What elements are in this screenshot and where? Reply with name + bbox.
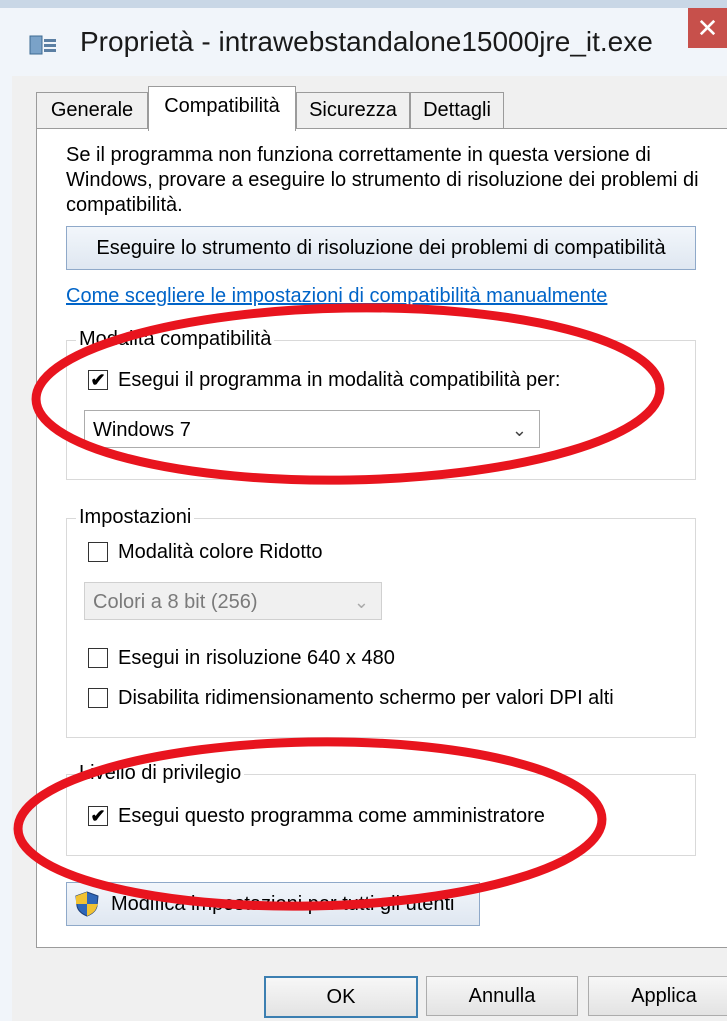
compat-mode-checkbox-label: Esegui il programma in modalità compatib… bbox=[118, 369, 561, 391]
checkbox-unchecked-icon[interactable] bbox=[88, 648, 108, 668]
checkbox-unchecked-icon[interactable] bbox=[88, 688, 108, 708]
window-frame bbox=[0, 76, 12, 1021]
reduced-color-label: Modalità colore Ridotto bbox=[118, 541, 323, 563]
window-title: Proprietà - intrawebstandalone15000jre_i… bbox=[80, 26, 653, 57]
properties-window-icon bbox=[29, 35, 56, 55]
close-button[interactable]: ✕ bbox=[688, 8, 727, 48]
background-window-strip bbox=[0, 0, 727, 8]
dpi-scaling-checkbox[interactable]: Disabilita ridimensionamento schermo per… bbox=[88, 686, 688, 712]
change-all-users-button[interactable]: Modifica impostazioni per tutti gli uten… bbox=[66, 882, 480, 926]
apply-button[interactable]: Applica bbox=[588, 976, 727, 1016]
compat-mode-checkbox[interactable]: ✔ Esegui il programma in modalità compat… bbox=[88, 368, 628, 394]
privilege-label: Livello di privilegio bbox=[76, 762, 245, 785]
color-depth-value: Colori a 8 bit (256) bbox=[93, 591, 258, 613]
change-all-users-label: Modifica impostazioni per tutti gli uten… bbox=[111, 893, 455, 915]
color-depth-select[interactable]: Colori a 8 bit (256) ⌄ bbox=[84, 582, 382, 620]
checkbox-checked-icon[interactable]: ✔ bbox=[88, 806, 108, 826]
uac-shield-icon bbox=[75, 891, 99, 917]
tab-compatibilita[interactable]: Compatibilità bbox=[148, 86, 296, 131]
compat-mode-label: Modalità compatibilità bbox=[76, 328, 275, 351]
os-version-value: Windows 7 bbox=[93, 419, 191, 441]
run-as-admin-checkbox[interactable]: ✔ Esegui questo programma come amministr… bbox=[88, 804, 608, 830]
chevron-down-icon: ⌄ bbox=[353, 592, 369, 612]
resolution-checkbox[interactable]: Esegui in risoluzione 640 x 480 bbox=[88, 646, 428, 672]
checkbox-checked-icon[interactable]: ✔ bbox=[88, 370, 108, 390]
troubleshooter-button[interactable]: Eseguire lo strumento di risoluzione dei… bbox=[66, 226, 696, 270]
tab-generale[interactable]: Generale bbox=[36, 92, 148, 129]
resolution-label: Esegui in risoluzione 640 x 480 bbox=[118, 647, 395, 669]
settings-label: Impostazioni bbox=[76, 506, 195, 529]
run-as-admin-label: Esegui questo programma come amministrat… bbox=[118, 805, 545, 827]
chevron-down-icon: ⌄ bbox=[511, 420, 527, 440]
checkbox-unchecked-icon[interactable] bbox=[88, 542, 108, 562]
ok-button[interactable]: OK bbox=[264, 976, 418, 1018]
reduced-color-checkbox[interactable]: Modalità colore Ridotto bbox=[88, 540, 388, 566]
dpi-scaling-label: Disabilita ridimensionamento schermo per… bbox=[118, 687, 614, 709]
tab-sicurezza[interactable]: Sicurezza bbox=[296, 92, 410, 129]
manual-settings-link[interactable]: Come scegliere le impostazioni di compat… bbox=[66, 285, 607, 308]
os-version-select[interactable]: Windows 7 ⌄ bbox=[84, 410, 540, 448]
cancel-button[interactable]: Annulla bbox=[426, 976, 578, 1016]
compat-description: Se il programma non funziona correttamen… bbox=[66, 144, 699, 216]
close-icon: ✕ bbox=[696, 13, 719, 43]
title-bar: Proprietà - intrawebstandalone15000jre_i… bbox=[0, 8, 727, 76]
tab-dettagli[interactable]: Dettagli bbox=[410, 92, 504, 129]
